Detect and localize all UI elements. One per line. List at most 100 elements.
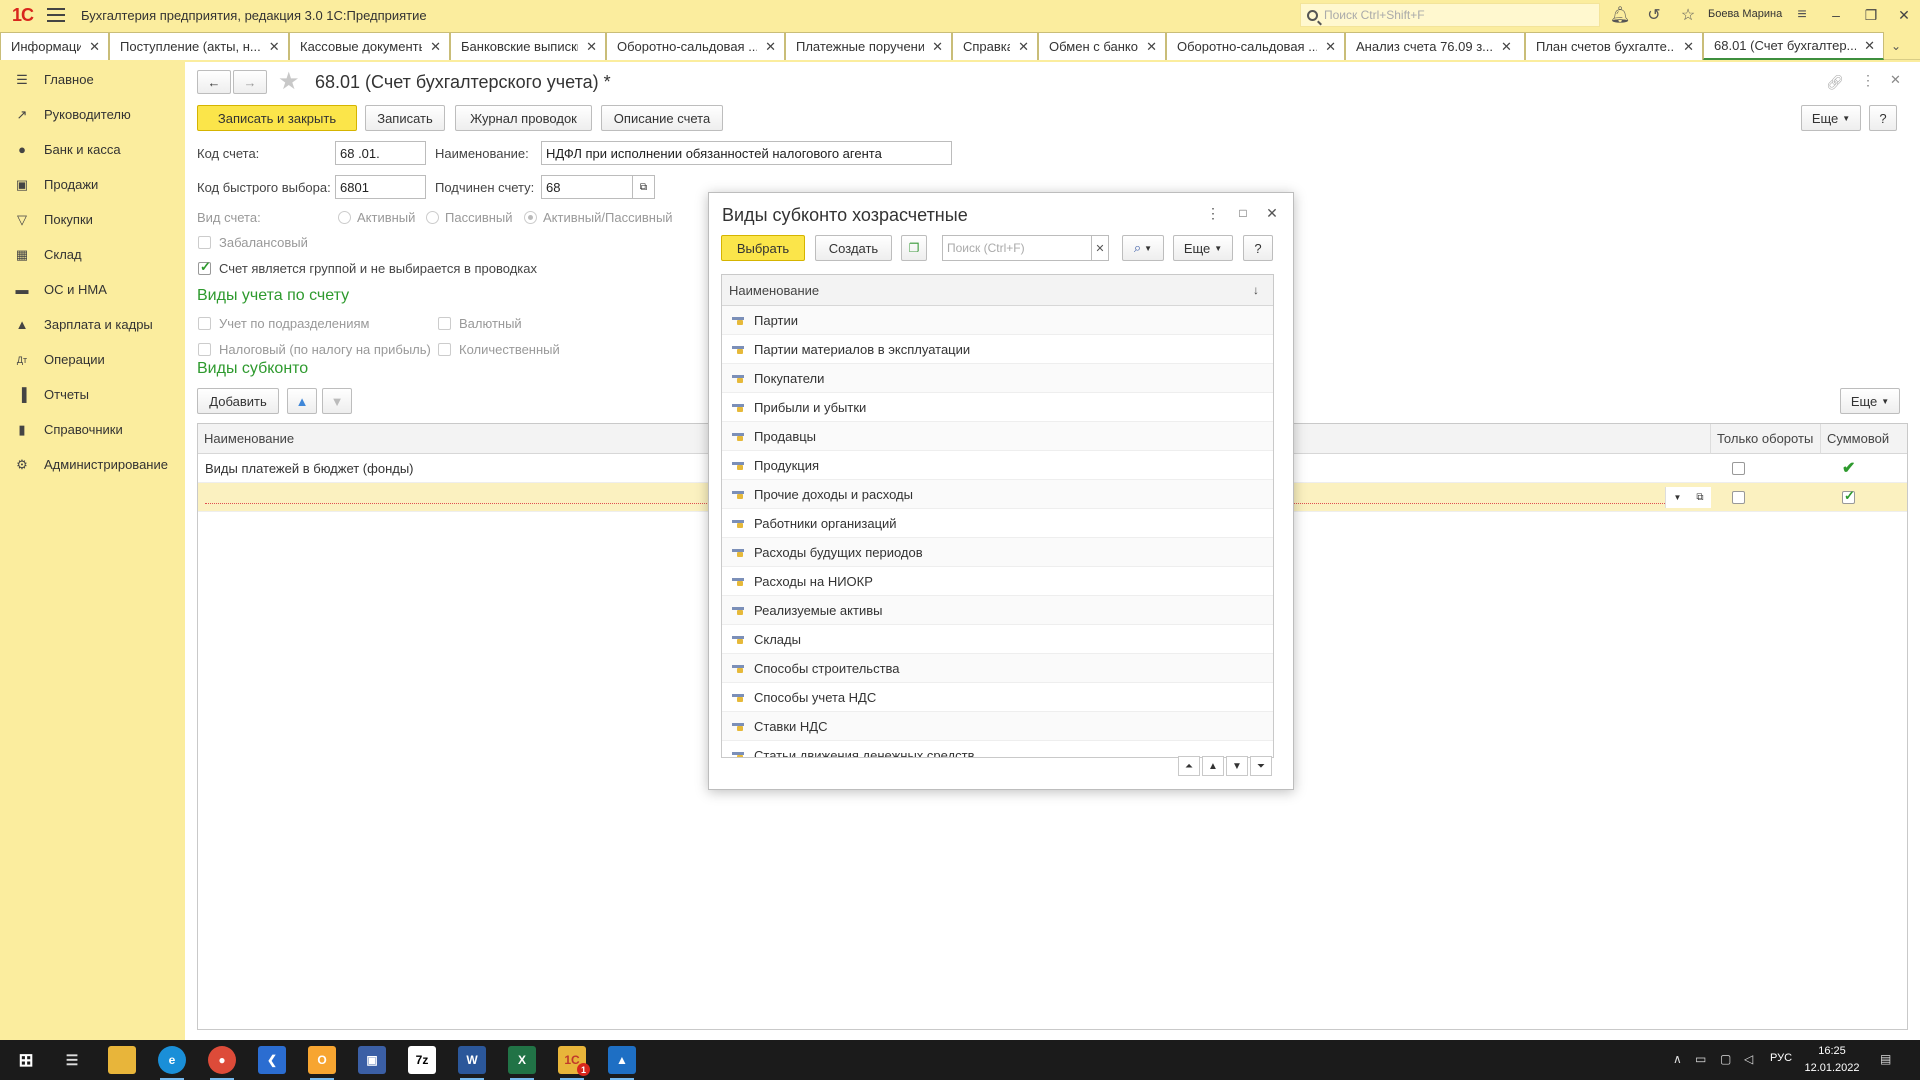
list-item[interactable]: Продукция	[722, 451, 1273, 480]
tab-bank-statements[interactable]: Банковские выписки ✕	[450, 32, 606, 60]
sidebar-item-fixed-assets[interactable]: ▬ ОС и НМА	[0, 272, 185, 307]
settings-menu-icon[interactable]: ≡	[1792, 5, 1812, 25]
list-item[interactable]: Прибыли и убытки	[722, 393, 1273, 422]
sidebar-item-warehouse[interactable]: ▦ Склад	[0, 237, 185, 272]
name-field[interactable]: НДФЛ при исполнении обязанностей налогов…	[541, 141, 952, 165]
tax-checkbox[interactable]	[198, 343, 211, 356]
turnover-checkbox[interactable]	[1732, 491, 1745, 504]
tray-language[interactable]: РУС	[1770, 1052, 1792, 1064]
col-sum-header[interactable]: Суммовой	[1821, 424, 1907, 454]
more-vertical-icon[interactable]: ⋮	[1861, 72, 1875, 89]
windows-start-icon[interactable]: ⊞	[12, 1046, 40, 1074]
scroll-last-icon[interactable]: ⏷	[1250, 756, 1272, 776]
close-tab-icon[interactable]: ✕	[1018, 39, 1029, 55]
subconto-more-button[interactable]: Еще ▼	[1840, 388, 1900, 414]
turnover-checkbox[interactable]	[1732, 462, 1745, 475]
tab-trial-balance-2[interactable]: Оборотно-сальдовая ... ✕	[1166, 32, 1345, 60]
remote-desktop-icon[interactable]: ▣	[358, 1046, 386, 1074]
tab-account-analysis[interactable]: Анализ счета 76.09 з... ✕	[1345, 32, 1525, 60]
edge-icon[interactable]: e	[158, 1046, 186, 1080]
dialog-help-button[interactable]: ?	[1243, 235, 1273, 261]
select-button[interactable]: Выбрать	[721, 235, 805, 261]
list-item[interactable]: Партии	[722, 306, 1273, 335]
sum-checkbox[interactable]: ✓	[1842, 488, 1855, 504]
dropdown-icon[interactable]: ▼	[1665, 487, 1689, 508]
description-button[interactable]: Описание счета	[601, 105, 723, 131]
close-tab-icon[interactable]: ✕	[586, 39, 597, 55]
list-item[interactable]: Прочие доходы и расходы	[722, 480, 1273, 509]
sum-checkmark-icon[interactable]: ✔	[1842, 458, 1855, 478]
close-form-icon[interactable]: ✕	[1890, 72, 1901, 88]
close-tab-icon[interactable]: ✕	[1683, 39, 1694, 55]
list-item[interactable]: Партии материалов в эксплуатации	[722, 335, 1273, 364]
code-field[interactable]: 68 .01.	[335, 141, 426, 165]
global-search-input[interactable]: Поиск Ctrl+Shift+F	[1300, 3, 1600, 27]
close-tab-icon[interactable]: ✕	[1325, 39, 1336, 55]
1c-icon[interactable]: 1C 1	[558, 1046, 590, 1080]
sidebar-item-purchases[interactable]: ▽ Покупки	[0, 202, 185, 237]
tab-reference[interactable]: Справка ✕	[952, 32, 1038, 60]
more-vertical-icon[interactable]: ⋮	[1205, 205, 1221, 221]
main-menu-icon[interactable]	[47, 8, 66, 22]
sidebar-item-catalogs[interactable]: ▮ Справочники	[0, 412, 185, 447]
help-button[interactable]: ?	[1869, 105, 1897, 131]
close-tab-icon[interactable]: ✕	[1864, 38, 1875, 54]
scroll-up-icon[interactable]: ▲	[1202, 756, 1224, 776]
list-item[interactable]: Покупатели	[722, 364, 1273, 393]
dialog-search-input[interactable]: Поиск (Ctrl+F)	[942, 235, 1092, 261]
tab-chart-of-accounts[interactable]: План счетов бухгалте... ✕	[1525, 32, 1703, 60]
col-turnover-header[interactable]: Только обороты	[1711, 424, 1821, 454]
move-up-button[interactable]: ▲	[287, 388, 317, 414]
close-tab-icon[interactable]: ✕	[932, 39, 943, 55]
open-parent-icon[interactable]: ⧉	[632, 175, 655, 199]
close-tab-icon[interactable]: ✕	[89, 39, 100, 55]
currency-checkbox[interactable]	[438, 317, 451, 330]
tray-volume-icon[interactable]: ◁	[1744, 1052, 1753, 1066]
more-button[interactable]: Еще ▼	[1801, 105, 1861, 131]
vscode-icon[interactable]: ❮	[258, 1046, 286, 1074]
star-icon[interactable]: ☆	[1678, 5, 1698, 25]
radio-active[interactable]	[338, 211, 351, 224]
word-icon[interactable]: W	[458, 1046, 486, 1080]
user-name[interactable]: Боева Марина	[1708, 8, 1782, 20]
back-button[interactable]: ←	[197, 70, 231, 94]
list-item[interactable]: Расходы будущих периодов	[722, 538, 1273, 567]
7zip-icon[interactable]: 7z	[408, 1046, 436, 1074]
parent-field[interactable]: 68	[541, 175, 633, 199]
scroll-down-icon[interactable]: ▼	[1226, 756, 1248, 776]
tab-account-6801[interactable]: 68.01 (Счет бухгалтер... ✕	[1703, 32, 1884, 60]
sidebar-item-sales[interactable]: ▣ Продажи	[0, 167, 185, 202]
restore-icon[interactable]: ❐	[1862, 6, 1880, 24]
tray-chevron-icon[interactable]: ∧	[1673, 1052, 1682, 1066]
is-group-checkbox[interactable]: ✓	[198, 259, 211, 275]
add-subconto-button[interactable]: Добавить	[197, 388, 279, 414]
close-tab-icon[interactable]: ✕	[430, 39, 441, 55]
tabs-overflow-icon[interactable]: ⌄	[1884, 32, 1908, 59]
sidebar-item-bank-cash[interactable]: ● Банк и касса	[0, 132, 185, 167]
list-item[interactable]: Расходы на НИОКР	[722, 567, 1273, 596]
tab-bank-exchange[interactable]: Обмен с банком ✕	[1038, 32, 1166, 60]
task-view-icon[interactable]: ☰	[58, 1046, 86, 1074]
move-down-button[interactable]: ▼	[322, 388, 352, 414]
tab-information[interactable]: Информация ✕	[0, 32, 109, 60]
close-tab-icon[interactable]: ✕	[269, 39, 280, 55]
close-tab-icon[interactable]: ✕	[1146, 39, 1157, 55]
tray-battery-icon[interactable]: ▭	[1695, 1052, 1706, 1066]
bell-icon[interactable]: 🔔︎	[1610, 5, 1630, 25]
list-item[interactable]: Склады	[722, 625, 1273, 654]
journal-button[interactable]: Журнал проводок	[455, 105, 592, 131]
close-tab-icon[interactable]: ✕	[765, 39, 776, 55]
close-window-icon[interactable]: ✕	[1895, 6, 1913, 24]
history-icon[interactable]: ↺	[1644, 5, 1664, 25]
by-division-checkbox[interactable]	[198, 317, 211, 330]
create-button[interactable]: Создать	[815, 235, 892, 261]
sidebar-item-payroll[interactable]: ▲ Зарплата и кадры	[0, 307, 185, 342]
close-dialog-icon[interactable]: ✕	[1264, 205, 1280, 221]
list-item[interactable]: Ставки НДС	[722, 712, 1273, 741]
save-button[interactable]: Записать	[365, 105, 445, 131]
tab-receipts[interactable]: Поступление (акты, н... ✕	[109, 32, 289, 60]
open-icon[interactable]: ⧉	[1689, 487, 1711, 508]
clear-search-icon[interactable]: ✕	[1091, 235, 1109, 261]
quantity-checkbox[interactable]	[438, 343, 451, 356]
copy-icon[interactable]: ❐	[901, 235, 927, 261]
